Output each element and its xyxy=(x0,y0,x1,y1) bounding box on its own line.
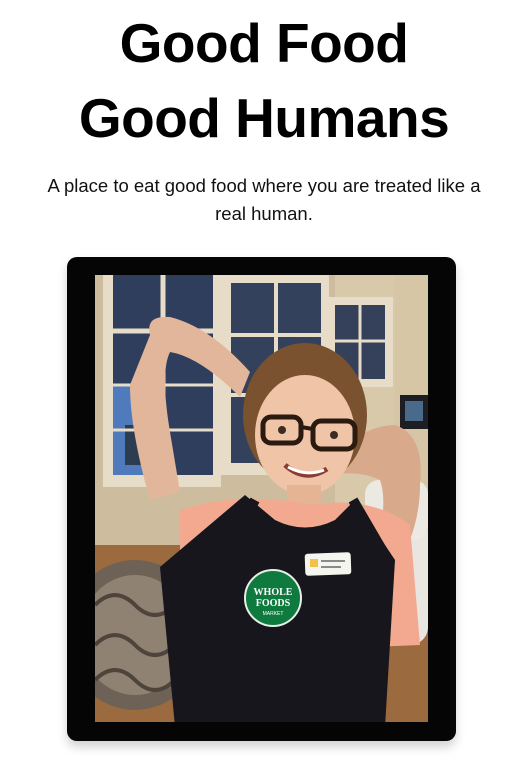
hero-subtitle: A place to eat good food where you are t… xyxy=(47,175,481,224)
hero-photo: WHOLE FOODS MARKET xyxy=(95,275,428,722)
badge-text-line-3: MARKET xyxy=(263,611,284,617)
badge-text-line-1: WHOLE xyxy=(254,587,293,598)
whole-foods-badge: WHOLE FOODS MARKET xyxy=(244,569,302,627)
hero-title-line-1: Good Food xyxy=(119,12,409,74)
hero-title-line-2: Good Humans xyxy=(78,87,450,149)
hero-photo-illustration: WHOLE FOODS MARKET xyxy=(95,275,428,722)
photo-frame: WHOLE FOODS MARKET xyxy=(67,257,456,741)
hero-title: Good Food Good Humans xyxy=(0,6,528,156)
badge-text-line-2: FOODS xyxy=(256,598,291,609)
